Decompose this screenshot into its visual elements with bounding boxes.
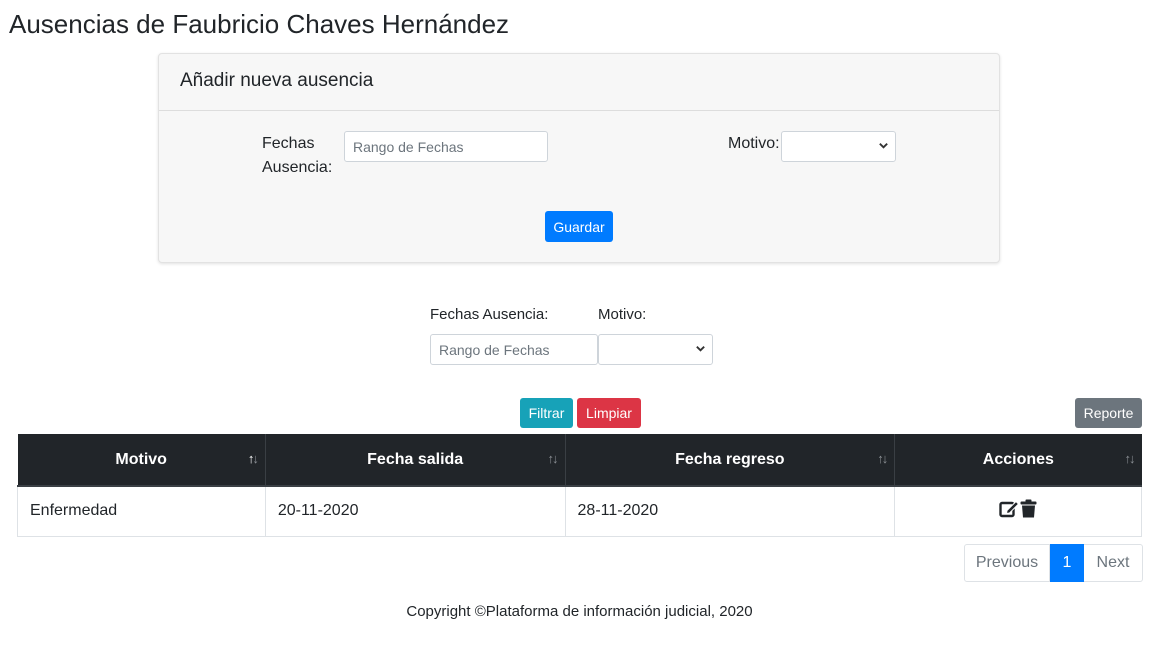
cell-fecha-regreso: 28-11-2020 [564,485,896,537]
save-button[interactable]: Guardar [545,211,613,242]
add-absence-card: Añadir nueva ausencia Fechas Ausencia: M… [158,53,1000,263]
cell-fecha-salida: 20-11-2020 [264,485,566,537]
column-header-motivo[interactable]: Motivo ↑↓ [17,434,266,487]
filter-reason-select[interactable] [598,334,713,365]
card-header: Añadir nueva ausencia [159,54,999,111]
cell-motivo: Enfermedad [17,485,266,537]
page-title: Ausencias de Faubricio Chaves Hernández [9,9,510,39]
column-header-fecha-salida[interactable]: Fecha salida ↑↓ [265,434,566,487]
absences-table: Motivo ↑↓ Fecha salida ↑↓ Fecha regreso … [17,434,1142,537]
clear-button[interactable]: Limpiar [577,398,641,428]
sort-icon: ↑↓ [1124,451,1136,466]
pagination: Previous 1 Next [964,544,1143,582]
sort-icon: ↑↓ [547,451,559,466]
column-header-fecha-regreso[interactable]: Fecha regreso ↑↓ [565,434,896,487]
edit-icon[interactable] [999,499,1020,523]
filter-dates-label: Fechas Ausencia: [430,306,549,323]
page-1-button[interactable]: 1 [1050,544,1084,582]
dates-range-input[interactable] [344,131,548,162]
dates-label: Fechas Ausencia: [262,135,333,176]
filter-button[interactable]: Filtrar [520,398,573,428]
reason-select[interactable] [781,131,896,162]
cell-acciones [894,485,1142,537]
filter-dates-input[interactable] [430,334,598,365]
sort-icon: ↑↓ [247,451,259,466]
sort-icon: ↑↓ [877,451,888,466]
chevron-down-icon [879,143,888,149]
report-button[interactable]: Reporte [1075,398,1142,428]
trash-icon[interactable] [1020,499,1037,523]
filter-reason-label: Motivo: [598,306,647,323]
previous-page-button[interactable]: Previous [964,544,1050,582]
next-page-button[interactable]: Next [1084,544,1143,582]
table-row: Enfermedad 20-11-2020 28-11-2020 [17,485,1142,537]
column-header-acciones[interactable]: Acciones ↑↓ [894,434,1142,487]
table-header-row: Motivo ↑↓ Fecha salida ↑↓ Fecha regreso … [17,434,1142,487]
chevron-down-icon [696,346,705,352]
reason-label: Motivo: [728,135,780,152]
footer-copyright: Copyright ©Plataforma de información jud… [406,603,753,620]
